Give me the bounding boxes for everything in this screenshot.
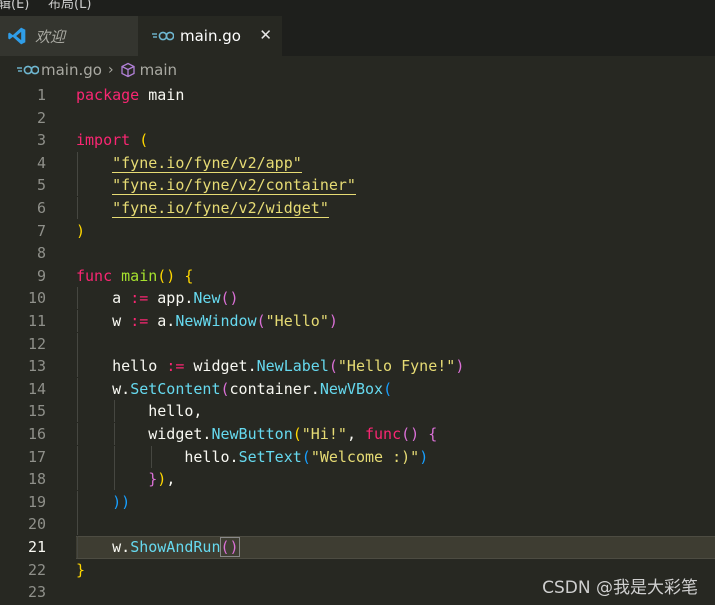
code-line: 10 a := app.New()	[0, 287, 715, 310]
line-number: 7	[36, 221, 46, 240]
go-file-icon	[152, 31, 174, 41]
line-number: 2	[36, 108, 46, 127]
code-line: 2	[0, 107, 715, 129]
watermark: CSDN @我是大彩笔	[542, 578, 698, 598]
line-number: 18	[27, 470, 46, 489]
breadcrumb-symbol[interactable]: main	[140, 61, 177, 79]
line-number: 12	[27, 334, 46, 353]
line-number: 5	[36, 176, 46, 195]
line-number: 8	[36, 244, 46, 263]
code-line: 20	[0, 513, 715, 536]
close-icon[interactable]: ✕	[259, 25, 272, 45]
code-line: 3 import (	[0, 129, 715, 151]
tab-label: 欢迎	[35, 27, 66, 46]
line-number: 23	[27, 583, 46, 602]
line-number: 10	[27, 289, 46, 308]
menu-item-layout[interactable]: 布局(L)	[48, 0, 91, 12]
line-number: 11	[27, 312, 46, 330]
line-number: 6	[36, 199, 46, 217]
line-number: 3	[36, 131, 46, 150]
code-line: 17 hello.SetText("Welcome :)")	[0, 445, 715, 468]
code-line: 5 "fyne.io/fyne/v2/container"	[0, 174, 715, 197]
code-line: 12	[0, 332, 715, 355]
menu-item-edit[interactable]: 辑(E)	[0, 0, 29, 12]
tab-bar: 欢迎 main.go ✕	[0, 16, 715, 56]
line-number: 15	[27, 402, 46, 421]
breadcrumb-file[interactable]: main.go	[41, 61, 102, 79]
code-line-active: 21 w.ShowAndRun()	[0, 536, 715, 559]
code-line: 7 )	[0, 220, 715, 242]
code-line: 19 ))	[0, 490, 715, 513]
line-number: 22	[27, 560, 46, 579]
vscode-icon	[8, 27, 26, 45]
code-line: 8	[0, 242, 715, 264]
code-line: 14 w.SetContent(container.NewVBox(	[0, 377, 715, 400]
line-number: 19	[27, 492, 46, 511]
code-line: 6 "fyne.io/fyne/v2/widget"	[0, 197, 715, 219]
line-number: 14	[27, 379, 46, 398]
line-number: 20	[27, 515, 46, 534]
code-line: 4 "fyne.io/fyne/v2/app"	[0, 151, 715, 174]
tab-main-go[interactable]: main.go ✕	[138, 16, 282, 56]
cube-icon	[120, 62, 135, 78]
go-file-icon	[17, 65, 39, 75]
code-line: 1 package main	[0, 84, 715, 106]
line-number: 4	[36, 153, 46, 172]
code-line: 11 w := a.NewWindow("Hello")	[0, 310, 715, 332]
tab-welcome[interactable]: 欢迎	[0, 16, 138, 56]
code-line: 18 }),	[0, 468, 715, 491]
code-line: 13 hello := widget.NewLabel("Hello Fyne!…	[0, 355, 715, 378]
chevron-right-icon: ›	[107, 62, 114, 78]
line-number: 21	[27, 538, 46, 556]
line-number: 13	[27, 357, 46, 376]
code-line: 9 func main() {	[0, 265, 715, 287]
breadcrumb: main.go › main	[0, 56, 715, 84]
tab-label: main.go	[180, 27, 241, 45]
line-number: 9	[36, 266, 46, 285]
line-number: 17	[27, 447, 46, 466]
code-line: 15 hello,	[0, 400, 715, 423]
code-line: 16 widget.NewButton("Hi!", func() {	[0, 423, 715, 445]
code-editor[interactable]: 1 package main 2 3 import ( 4 "fyne.io/f…	[0, 84, 715, 605]
line-number: 1	[36, 86, 46, 104]
menu-bar: 辑(E) 布局(L)	[0, 0, 715, 16]
line-number: 16	[27, 425, 46, 443]
